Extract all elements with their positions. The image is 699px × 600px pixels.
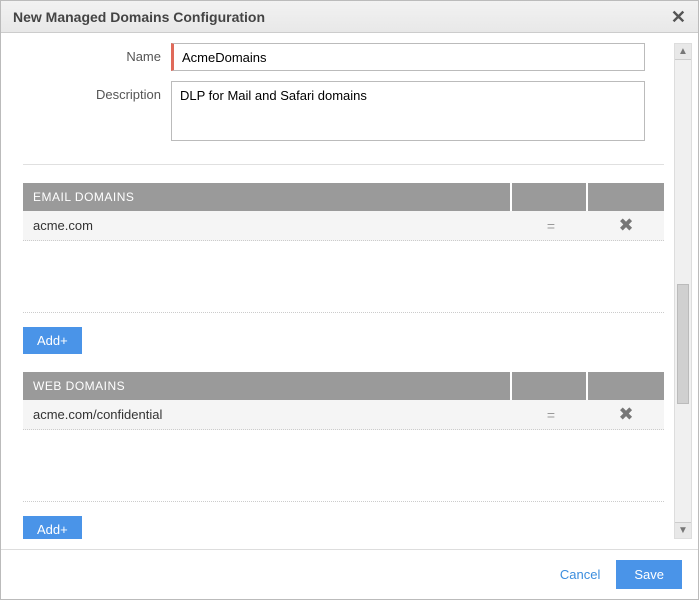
drag-handle-icon[interactable]: =: [512, 404, 588, 425]
web-domain-value: acme.com/confidential: [23, 407, 512, 422]
save-button[interactable]: Save: [616, 560, 682, 589]
scroll-thumb[interactable]: [677, 284, 689, 404]
web-section-header: WEB DOMAINS: [23, 372, 512, 400]
web-domains-section: WEB DOMAINS acme.com/confidential = ✖ Ad…: [23, 372, 664, 539]
email-section-header-row: EMAIL DOMAINS: [23, 183, 664, 211]
table-row: acme.com/confidential = ✖: [23, 400, 664, 430]
description-input[interactable]: <span class="spellcheck-underline">DLP</…: [171, 81, 645, 141]
web-header-col2: [512, 372, 588, 400]
email-header-col3: [588, 183, 664, 211]
email-empty-area: [23, 241, 664, 313]
vertical-scrollbar[interactable]: ▲ ▼: [674, 43, 692, 539]
delete-icon[interactable]: ✖: [588, 404, 664, 425]
divider: [23, 164, 664, 165]
add-web-domain-button[interactable]: Add+: [23, 516, 82, 539]
email-domain-value: acme.com: [23, 218, 512, 233]
description-label: Description: [23, 81, 171, 102]
scroll-up-arrow-icon[interactable]: ▲: [675, 44, 691, 60]
dialog-body: Name Description <span class="spellcheck…: [23, 43, 674, 539]
name-label: Name: [23, 43, 171, 64]
dialog-window: New Managed Domains Configuration ✕ Name…: [0, 0, 699, 600]
table-row: acme.com = ✖: [23, 211, 664, 241]
dialog-body-wrapper: Name Description <span class="spellcheck…: [1, 33, 698, 549]
scroll-down-arrow-icon[interactable]: ▼: [675, 522, 691, 538]
close-icon[interactable]: ✕: [671, 8, 686, 26]
dialog-title: New Managed Domains Configuration: [13, 9, 265, 25]
description-row: Description <span class="spellcheck-unde…: [23, 81, 664, 144]
add-email-domain-button[interactable]: Add+: [23, 327, 82, 354]
email-section-header: EMAIL DOMAINS: [23, 183, 512, 211]
name-input[interactable]: [171, 43, 645, 71]
web-section-header-row: WEB DOMAINS: [23, 372, 664, 400]
dialog-header: New Managed Domains Configuration ✕: [1, 1, 698, 33]
web-header-col3: [588, 372, 664, 400]
web-empty-area: [23, 430, 664, 502]
name-row: Name: [23, 43, 664, 71]
dialog-footer: Cancel Save: [1, 549, 698, 599]
cancel-button[interactable]: Cancel: [560, 567, 600, 582]
email-domains-section: EMAIL DOMAINS acme.com = ✖ Add+: [23, 183, 664, 354]
drag-handle-icon[interactable]: =: [512, 215, 588, 236]
delete-icon[interactable]: ✖: [588, 215, 664, 236]
email-header-col2: [512, 183, 588, 211]
